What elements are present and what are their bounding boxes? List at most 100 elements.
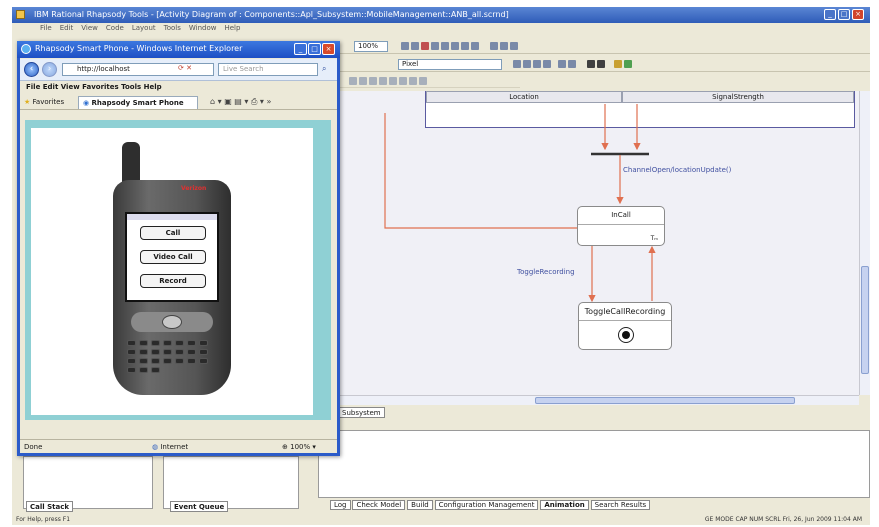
menu-edit[interactable]: Edit bbox=[60, 24, 74, 32]
close-icon[interactable]: × bbox=[852, 9, 864, 20]
phone-key[interactable] bbox=[151, 358, 160, 364]
align-icon[interactable] bbox=[500, 42, 508, 50]
phone-key[interactable] bbox=[175, 340, 184, 346]
menu-help[interactable]: Help bbox=[224, 24, 240, 32]
feeds-icon[interactable]: ▣ bbox=[224, 97, 232, 106]
diagram-horizontal-scrollbar[interactable] bbox=[335, 395, 859, 405]
favorites-button[interactable]: ★ Favorites bbox=[24, 98, 64, 106]
state-toggle-call-recording[interactable]: ToggleCallRecording bbox=[578, 302, 672, 350]
state-incall[interactable]: InCall Tₘ bbox=[577, 206, 665, 246]
ie-zoom-control[interactable]: ⊕ 100% ▾ bbox=[282, 443, 316, 451]
phone-key[interactable] bbox=[163, 340, 172, 346]
diagram-tab-subsystem[interactable]: Subsystem bbox=[338, 407, 385, 418]
phone-key[interactable] bbox=[175, 358, 184, 364]
phone-key[interactable] bbox=[139, 349, 148, 355]
redo-icon[interactable] bbox=[411, 42, 419, 50]
phone-call-button[interactable]: Call bbox=[140, 226, 206, 240]
ie-menu-view[interactable]: View bbox=[61, 83, 80, 91]
phone-record-button[interactable]: Record bbox=[140, 274, 206, 288]
animation-icon[interactable] bbox=[614, 60, 622, 68]
phone-key[interactable] bbox=[163, 349, 172, 355]
phone-key[interactable] bbox=[151, 340, 160, 346]
print-icon[interactable] bbox=[461, 42, 469, 50]
menu-window[interactable]: Window bbox=[189, 24, 217, 32]
tab-configuration-management[interactable]: Configuration Management bbox=[434, 500, 539, 510]
tab-animation[interactable]: Animation bbox=[540, 500, 589, 510]
underline-icon[interactable] bbox=[533, 60, 541, 68]
phone-key[interactable] bbox=[127, 367, 136, 373]
phone-select-key[interactable] bbox=[162, 315, 182, 329]
italic-icon[interactable] bbox=[523, 60, 531, 68]
event-label-channel-open[interactable]: ChannelOpen/locationUpdate() bbox=[623, 166, 731, 174]
copy-icon[interactable] bbox=[441, 42, 449, 50]
font-combo[interactable]: Pixel bbox=[398, 59, 502, 70]
back-arrow-icon[interactable]: ‹ bbox=[24, 62, 39, 77]
phone-key[interactable] bbox=[151, 349, 160, 355]
ie-close-icon[interactable]: × bbox=[322, 43, 335, 55]
phone-key[interactable] bbox=[199, 358, 208, 364]
event-label-toggle-recording[interactable]: ToggleRecording bbox=[517, 268, 575, 276]
ie-menu-help[interactable]: Help bbox=[144, 83, 162, 91]
ie-menu-edit[interactable]: Edit bbox=[43, 83, 59, 91]
menu-layout[interactable]: Layout bbox=[132, 24, 156, 32]
tab-event-queue[interactable]: Event Queue bbox=[170, 501, 229, 512]
stop-icon[interactable]: ✕ bbox=[186, 64, 192, 72]
phone-key[interactable] bbox=[199, 349, 208, 355]
line-color-icon[interactable] bbox=[568, 60, 576, 68]
find-icon[interactable] bbox=[471, 42, 479, 50]
forward-arrow-icon[interactable] bbox=[597, 60, 605, 68]
search-icon[interactable]: ⌕ bbox=[322, 64, 326, 74]
phone-key[interactable] bbox=[139, 358, 148, 364]
undo-icon[interactable] bbox=[401, 42, 409, 50]
phone-key[interactable] bbox=[187, 340, 196, 346]
phone-key[interactable] bbox=[127, 340, 136, 346]
phone-key[interactable] bbox=[199, 340, 208, 346]
menu-view[interactable]: View bbox=[81, 24, 98, 32]
minimize-icon[interactable]: _ bbox=[824, 9, 836, 20]
maximize-icon[interactable]: □ bbox=[838, 9, 850, 20]
output-panel[interactable] bbox=[318, 430, 870, 498]
page-menu-icon[interactable]: ▤ bbox=[234, 97, 242, 106]
ie-menu-file[interactable]: File bbox=[26, 83, 40, 91]
ie-maximize-icon[interactable]: □ bbox=[308, 43, 321, 55]
phone-key[interactable] bbox=[175, 349, 184, 355]
tab-log[interactable]: Log bbox=[330, 500, 351, 510]
ie-tab-smart-phone[interactable]: ◉ Rhapsody Smart Phone bbox=[78, 96, 198, 109]
toolbar-icons-1[interactable] bbox=[400, 42, 519, 52]
diagram-canvas[interactable]: Location SignalStrength ChannelOpen/loca… bbox=[335, 91, 859, 395]
phone-key[interactable] bbox=[187, 358, 196, 364]
grid-icon[interactable] bbox=[510, 42, 518, 50]
phone-key[interactable] bbox=[163, 358, 172, 364]
menu-code[interactable]: Code bbox=[106, 24, 124, 32]
text-color-icon[interactable] bbox=[543, 60, 551, 68]
vertical-scroll-thumb[interactable] bbox=[861, 266, 869, 374]
refresh-icon[interactable]: ⟳ bbox=[178, 64, 184, 72]
phone-nav-pad[interactable] bbox=[131, 312, 213, 332]
layout-icon[interactable] bbox=[490, 42, 498, 50]
tab-check-model[interactable]: Check Model bbox=[352, 500, 406, 510]
paste-icon[interactable] bbox=[451, 42, 459, 50]
phone-key[interactable] bbox=[139, 367, 148, 373]
toolbar-icons-2[interactable] bbox=[512, 60, 633, 70]
ie-minimize-icon[interactable]: _ bbox=[294, 43, 307, 55]
forward-arrow-icon[interactable]: › bbox=[42, 62, 57, 77]
horizontal-scroll-thumb[interactable] bbox=[535, 397, 795, 404]
run-icon[interactable] bbox=[624, 60, 632, 68]
print-icon[interactable]: ⎙ bbox=[251, 97, 257, 106]
search-box[interactable]: Live Search bbox=[218, 63, 318, 76]
home-icon[interactable]: ⌂ bbox=[210, 97, 215, 106]
bold-icon[interactable] bbox=[513, 60, 521, 68]
cut-icon[interactable] bbox=[431, 42, 439, 50]
zoom-combo[interactable]: 100% bbox=[354, 41, 388, 52]
diagram-vertical-scrollbar[interactable] bbox=[859, 91, 870, 395]
tab-build[interactable]: Build bbox=[407, 500, 433, 510]
menu-file[interactable]: File bbox=[40, 24, 52, 32]
tab-search-results[interactable]: Search Results bbox=[590, 500, 651, 510]
ie-menu-tools[interactable]: Tools bbox=[121, 83, 141, 91]
phone-video-call-button[interactable]: Video Call bbox=[140, 250, 206, 264]
phone-key[interactable] bbox=[127, 358, 136, 364]
tab-call-stack[interactable]: Call Stack bbox=[26, 501, 74, 512]
phone-screen[interactable]: Call Video Call Record bbox=[125, 212, 219, 302]
ie-menu-favorites[interactable]: Favorites bbox=[82, 83, 119, 91]
fill-icon[interactable] bbox=[558, 60, 566, 68]
